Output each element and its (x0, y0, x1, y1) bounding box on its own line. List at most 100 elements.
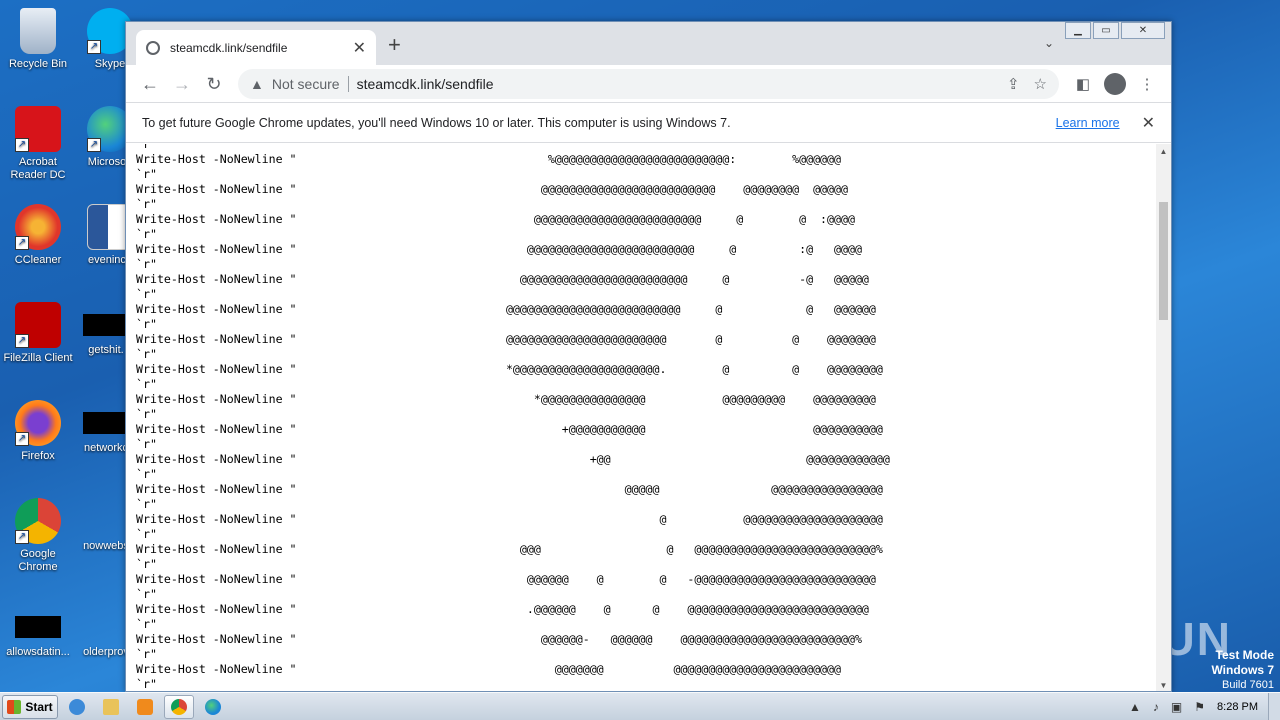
taskbar-ie[interactable] (62, 695, 92, 719)
clock[interactable]: 8:28 PM (1217, 701, 1258, 713)
script-line: `r" (136, 197, 157, 211)
url-text[interactable]: steamcdk.link/sendfile (357, 76, 993, 92)
script-line: `r" (136, 167, 157, 181)
security-status-label[interactable]: Not secure (272, 76, 340, 92)
os-name-label: Windows 7 (1211, 663, 1274, 677)
start-label: Start (25, 699, 53, 714)
back-arrow-icon[interactable]: ← (134, 68, 166, 100)
desktop-icon-label: Google Chrome (18, 548, 58, 573)
window-controls: ▁ ▭ ✕ (1063, 22, 1165, 39)
script-line: `r" (136, 527, 157, 541)
browser-tab[interactable]: steamcdk.link/sendfile ✕ (136, 30, 376, 65)
share-icon[interactable]: ⇪ (1007, 75, 1020, 93)
tab-strip: steamcdk.link/sendfile ✕ + ⌄ ▁ ▭ ✕ (126, 22, 1171, 65)
windows-logo-icon (7, 699, 22, 714)
script-line: Write-Host -NoNewline " @@@@@@@@@@@@@@@@… (136, 212, 855, 226)
tab-search-chevron-icon[interactable]: ⌄ (1044, 36, 1054, 50)
chrome-window: steamcdk.link/sendfile ✕ + ⌄ ▁ ▭ ✕ ← → ↻… (125, 21, 1172, 692)
script-line: Write-Host -NoNewline " *@@@@@@@@@@@@@@@… (136, 362, 883, 376)
volume-icon[interactable]: ♪ (1153, 700, 1159, 714)
script-line: `r" (136, 144, 157, 151)
script-line: Write-Host -NoNewline " @@@@@@@@@@@@@@@@… (136, 242, 862, 256)
maximize-button[interactable]: ▭ (1093, 22, 1119, 39)
build-label: Build 7601 (1222, 679, 1274, 691)
taskbar-explorer[interactable] (96, 695, 126, 719)
taskbar: Start ▲ ♪ ▣ ⚑ 8:28 PM (0, 692, 1280, 720)
script-line: `r" (136, 407, 157, 421)
recycle-bin-icon (20, 8, 56, 54)
close-window-button[interactable]: ✕ (1121, 22, 1165, 39)
script-line: `r" (136, 287, 157, 301)
show-desktop-button[interactable] (1268, 692, 1280, 720)
close-infobar-icon[interactable]: ✕ (1142, 113, 1155, 133)
scrollbar-thumb[interactable] (1159, 202, 1168, 320)
ccleaner-icon: ↗ (15, 204, 61, 250)
script-line: `r" (136, 557, 157, 571)
bookmark-star-icon[interactable]: ☆ (1034, 75, 1047, 93)
script-line: `r" (136, 347, 157, 361)
script-line: Write-Host -NoNewline " @@@@@@@@@@@@@@@@… (136, 302, 876, 316)
desktop-icon-filezilla[interactable]: ↗ FileZilla Client (0, 302, 76, 365)
taskbar-media-player[interactable] (130, 695, 160, 719)
profile-avatar-icon[interactable] (1104, 72, 1126, 95)
start-button[interactable]: Start (2, 694, 58, 719)
tray-expand-icon[interactable]: ▲ (1129, 700, 1141, 714)
forward-arrow-icon[interactable]: → (166, 68, 198, 100)
filezilla-icon: ↗ (15, 302, 61, 348)
tab-title: steamcdk.link/sendfile (170, 40, 288, 55)
taskbar-edge[interactable] (198, 695, 228, 719)
script-line: Write-Host -NoNewline " @@@@@@@@@@@@@@@@… (136, 332, 876, 346)
network-icon[interactable]: ▣ (1171, 700, 1182, 714)
blank-file-icon (83, 616, 129, 638)
new-tab-button[interactable]: + (388, 32, 401, 58)
omnibox-separator (347, 75, 349, 92)
script-line: `r" (136, 257, 157, 271)
scroll-up-icon[interactable]: ▲ (1156, 144, 1171, 159)
close-tab-icon[interactable]: ✕ (353, 38, 366, 58)
browser-toolbar: ← → ↻ ▲ Not secure steamcdk.link/sendfil… (126, 65, 1171, 103)
internet-explorer-icon (69, 698, 85, 715)
script-line: `r" (136, 377, 157, 391)
desktop-icon-label: allowsdatin... (6, 646, 70, 658)
taskbar-chrome[interactable] (164, 694, 194, 719)
script-line: Write-Host -NoNewline " @@@ @ @@@@@@@@@@… (136, 542, 883, 556)
script-line: `r" (136, 467, 157, 481)
page-content: `r" Write-Host -NoNewline " %@@@@@@@@@@@@… (126, 144, 1158, 691)
script-line: `r" (136, 587, 157, 601)
acrobat-icon: ↗ (15, 106, 61, 152)
desktop-icon-acrobat[interactable]: ↗ Acrobat Reader DC (0, 106, 76, 182)
script-line: Write-Host -NoNewline " @@@@@@@@@@@@@@@@… (136, 272, 869, 286)
minimize-button[interactable]: ▁ (1065, 22, 1091, 39)
menu-dots-icon[interactable]: ⋮ (1131, 75, 1163, 93)
firefox-icon: ↗ (15, 400, 61, 446)
folder-icon (103, 698, 119, 715)
side-panel-icon[interactable]: ◧ (1067, 75, 1099, 93)
desktop-icon-google-chrome[interactable]: ↗ Google Chrome (0, 498, 76, 574)
desktop-icon-recycle-bin[interactable]: Recycle Bin (0, 8, 76, 71)
address-bar[interactable]: ▲ Not secure steamcdk.link/sendfile ⇪ ☆ (238, 68, 1059, 99)
script-line: Write-Host -NoNewline " +@@ @@@@@@@@@@@@ (136, 452, 890, 466)
desktop-icon-firefox[interactable]: ↗ Firefox (0, 400, 76, 463)
vertical-scrollbar[interactable]: ▲ ▼ (1156, 144, 1171, 691)
desktop-icon-allowsdatin[interactable]: allowsdatin... (0, 604, 76, 659)
script-line: `r" (136, 437, 157, 451)
script-line: Write-Host -NoNewline " @@@@@@ @ @ -@@@@… (136, 572, 876, 586)
script-line: `r" (136, 617, 157, 631)
script-line: Write-Host -NoNewline " *@@@@@@@@@@@@@@@… (136, 392, 876, 406)
blank-file-icon (83, 510, 129, 532)
warning-triangle-icon[interactable]: ▲ (250, 76, 264, 92)
infobar-message: To get future Google Chrome updates, you… (142, 115, 731, 130)
script-line: Write-Host -NoNewline " %@@@@@@@@@@@@@@@… (136, 152, 841, 166)
desktop-icon-label: Acrobat Reader DC (10, 156, 66, 181)
learn-more-link[interactable]: Learn more (1056, 116, 1120, 130)
update-infobar: To get future Google Chrome updates, you… (126, 103, 1171, 143)
script-line: Write-Host -NoNewline " @@@@@@- @@@@@@ @… (136, 632, 862, 646)
redacted-file-icon (15, 616, 61, 638)
redacted-file-icon (83, 412, 129, 434)
action-center-flag-icon[interactable]: ⚑ (1194, 700, 1205, 714)
script-line: Write-Host -NoNewline " @@@@@@@@@@@@@@@@… (136, 182, 848, 196)
reload-icon[interactable]: ↻ (198, 68, 230, 100)
scroll-down-icon[interactable]: ▼ (1156, 678, 1171, 691)
test-mode-label: Test Mode (1215, 648, 1274, 662)
desktop-icon-ccleaner[interactable]: ↗ CCleaner (0, 204, 76, 267)
